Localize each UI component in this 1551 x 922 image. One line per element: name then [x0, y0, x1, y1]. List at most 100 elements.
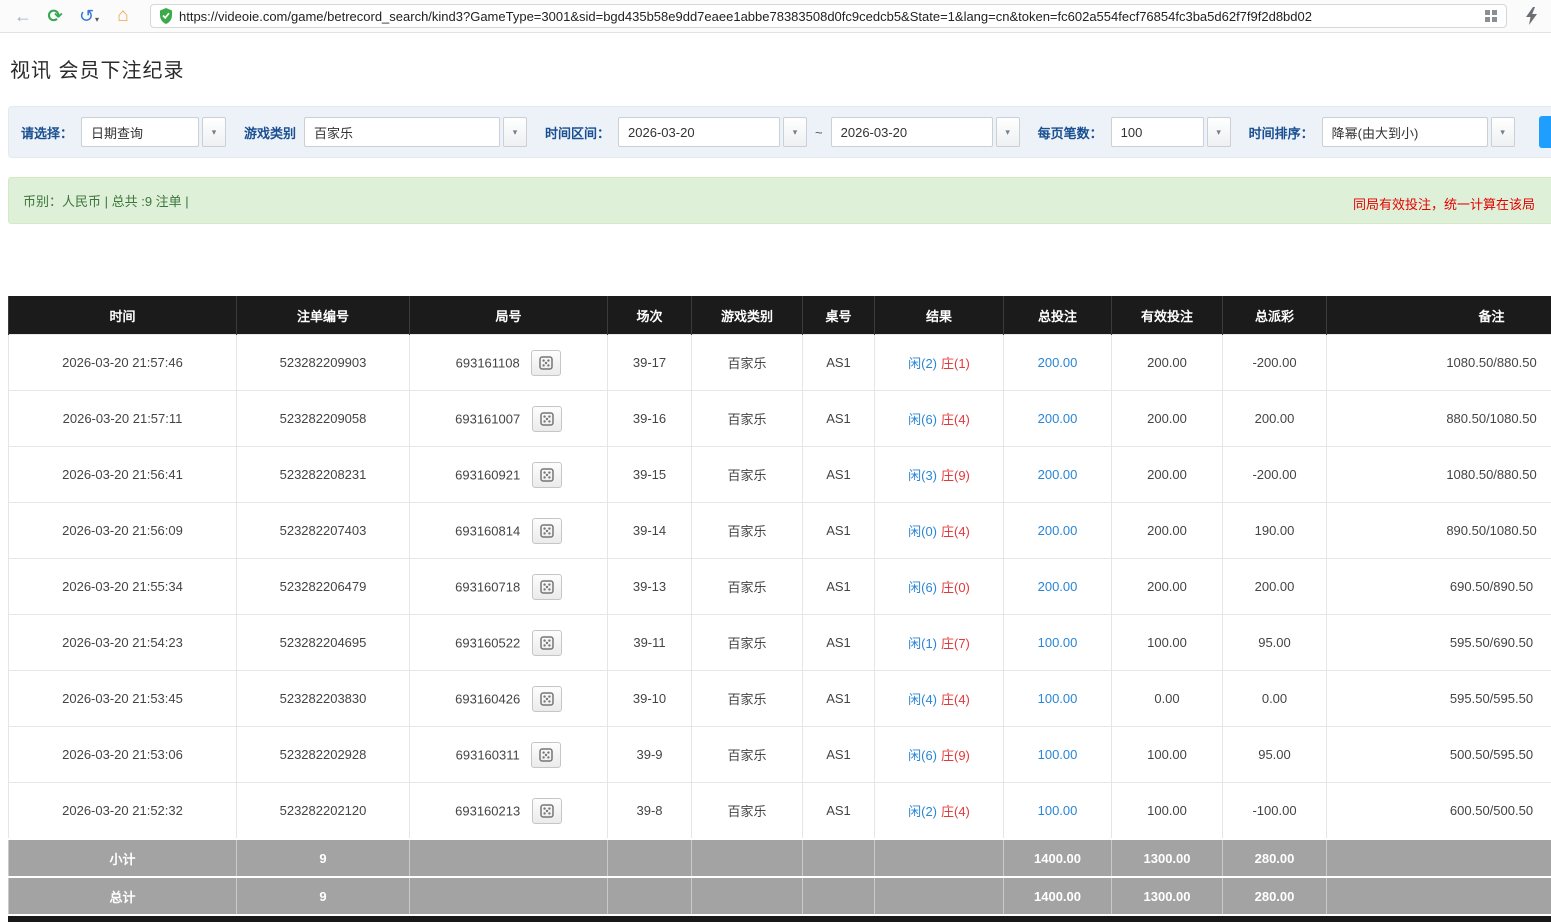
cell-payout: 95.00 [1223, 615, 1327, 671]
round-number: 693161108 [456, 355, 520, 370]
cell-bet-number: 523282203830 [237, 671, 410, 727]
dice-icon [539, 748, 553, 762]
result-player: 闲(4) [908, 692, 937, 707]
page-size-value[interactable]: 100 [1111, 117, 1204, 147]
cell-total-bet: 100.00 [1004, 615, 1112, 671]
cell-remark: 600.50/500.50 [1327, 783, 1551, 840]
total-bet-link[interactable]: 100.00 [1038, 803, 1078, 818]
table-row: 2026-03-20 21:56:41 523282208231 6931609… [9, 447, 1551, 503]
total-valid-bet: 1300.00 [1112, 877, 1223, 914]
dice-replay-button[interactable] [531, 742, 561, 768]
page-size-label: 每页笔数： [1038, 123, 1103, 142]
date-from-dropdown-button[interactable]: ▾ [783, 117, 807, 147]
empty-cell [875, 839, 1004, 877]
dice-icon [540, 580, 554, 594]
game-type-value[interactable]: 百家乐 [304, 117, 500, 147]
dice-replay-button[interactable] [531, 350, 561, 376]
result-banker: 庄(4) [941, 524, 970, 539]
table-row: 2026-03-20 21:57:46 523282209903 6931611… [9, 335, 1551, 391]
cell-round-number: 693160311 [410, 727, 608, 783]
cell-valid-bet: 200.00 [1112, 447, 1223, 503]
dice-replay-button[interactable] [532, 462, 562, 488]
page-content: 视讯 会员下注纪录 请选择： 日期查询 ▾ 游戏类别 百家乐 ▾ 时间区间： 2… [0, 54, 1551, 922]
dice-replay-button[interactable] [532, 574, 562, 600]
cell-round-number: 693161007 [410, 391, 608, 447]
cell-session: 39-11 [608, 615, 692, 671]
back-icon[interactable]: ← [10, 4, 36, 28]
dice-replay-button[interactable] [532, 518, 562, 544]
dice-icon [540, 636, 554, 650]
cell-total-bet: 200.00 [1004, 503, 1112, 559]
dice-icon [540, 804, 554, 818]
home-icon[interactable]: ⌂ [110, 4, 136, 28]
total-row: 总计 9 1400.00 1300.00 280.00 [9, 877, 1551, 914]
cell-time: 2026-03-20 21:53:45 [9, 671, 237, 727]
game-type-dropdown-button[interactable]: ▾ [503, 117, 527, 147]
column-header: 桌号 [803, 296, 875, 335]
round-number: 693160921 [455, 467, 520, 482]
total-bet-link[interactable]: 200.00 [1038, 355, 1078, 370]
total-bet-link[interactable]: 200.00 [1038, 579, 1078, 594]
address-bar[interactable]: https://videoie.com/game/betrecord_searc… [150, 4, 1507, 28]
date-to-dropdown-button[interactable]: ▾ [996, 117, 1020, 147]
cell-valid-bet: 100.00 [1112, 615, 1223, 671]
sort-group: 时间排序： 降幂(由大到小) ▾ [1249, 117, 1515, 147]
column-header: 场次 [608, 296, 692, 335]
column-header: 备注 [1327, 296, 1551, 335]
cell-remark: 595.50/595.50 [1327, 671, 1551, 727]
cell-time: 2026-03-20 21:53:06 [9, 727, 237, 783]
cell-valid-bet: 200.00 [1112, 391, 1223, 447]
table-row: 2026-03-20 21:52:32 523282202120 6931602… [9, 783, 1551, 840]
total-bet-link[interactable]: 200.00 [1038, 523, 1078, 538]
date-to-combo: 2026-03-20 ▾ [831, 117, 1020, 147]
total-bet-link[interactable]: 100.00 [1038, 747, 1078, 762]
total-bet-link[interactable]: 200.00 [1038, 467, 1078, 482]
cell-valid-bet: 200.00 [1112, 559, 1223, 615]
url-text[interactable]: https://videoie.com/game/betrecord_searc… [179, 9, 1478, 24]
dice-replay-button[interactable] [532, 630, 562, 656]
search-button[interactable]: 查询 [1539, 116, 1551, 148]
cell-result: 闲(2)庄(4) [875, 783, 1004, 840]
lightning-icon[interactable] [1521, 7, 1541, 25]
total-bet-link[interactable]: 200.00 [1038, 411, 1078, 426]
cell-result: 闲(2)庄(1) [875, 335, 1004, 391]
cell-table-number: AS1 [803, 447, 875, 503]
sort-label: 时间排序： [1249, 123, 1314, 142]
cell-total-bet: 100.00 [1004, 783, 1112, 840]
round-number: 693160522 [455, 635, 520, 650]
empty-cell [875, 877, 1004, 914]
column-header: 游戏类别 [692, 296, 803, 335]
undo-icon[interactable]: ↺▾ [74, 4, 104, 28]
total-label: 总计 [9, 877, 237, 914]
cell-total-bet: 200.00 [1004, 447, 1112, 503]
dice-replay-button[interactable] [532, 686, 562, 712]
sort-value[interactable]: 降幂(由大到小) [1322, 117, 1488, 147]
cell-game-type: 百家乐 [692, 783, 803, 840]
cell-bet-number: 523282204695 [237, 615, 410, 671]
page-size-combo: 100 ▾ [1111, 117, 1231, 147]
cell-total-bet: 100.00 [1004, 727, 1112, 783]
refresh-icon[interactable]: ⟳ [42, 4, 68, 28]
cell-table-number: AS1 [803, 727, 875, 783]
query-type-dropdown-button[interactable]: ▾ [202, 117, 226, 147]
cell-payout: 95.00 [1223, 727, 1327, 783]
dice-replay-button[interactable] [532, 798, 562, 824]
subtotal-total-bet: 1400.00 [1004, 839, 1112, 877]
column-header: 总派彩 [1223, 296, 1327, 335]
page-size-dropdown-button[interactable]: ▾ [1207, 117, 1231, 147]
sort-dropdown-button[interactable]: ▾ [1491, 117, 1515, 147]
total-bet-link[interactable]: 100.00 [1038, 691, 1078, 706]
total-bet-link[interactable]: 100.00 [1038, 635, 1078, 650]
undo-dropdown-icon[interactable]: ▾ [95, 15, 99, 24]
total-total-bet: 1400.00 [1004, 877, 1112, 914]
cell-table-number: AS1 [803, 783, 875, 840]
result-banker: 庄(7) [941, 636, 970, 651]
date-from-input[interactable]: 2026-03-20 [618, 117, 780, 147]
extension-grid-icon[interactable] [1484, 9, 1498, 23]
empty-cell [803, 877, 875, 914]
result-player: 闲(0) [908, 524, 937, 539]
date-to-input[interactable]: 2026-03-20 [831, 117, 993, 147]
query-type-value[interactable]: 日期查询 [81, 117, 199, 147]
cell-game-type: 百家乐 [692, 671, 803, 727]
dice-replay-button[interactable] [532, 406, 562, 432]
